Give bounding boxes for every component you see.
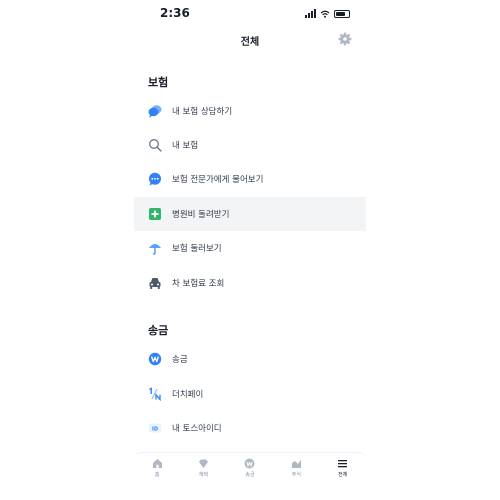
battery-icon xyxy=(334,9,350,18)
bottom-tab-bar: 홈 혜택 송금 주식 전체 xyxy=(134,452,366,486)
page-header: 전체 xyxy=(134,30,366,50)
dutch-pay-icon xyxy=(148,387,162,401)
won-icon xyxy=(244,458,255,469)
menu-item-label: 보험 둘러보기 xyxy=(172,244,222,254)
menu-item-insurance-consult[interactable]: 내 보험 상담하기 xyxy=(134,94,366,128)
section-title-insurance: 보험 xyxy=(148,76,169,89)
menu-icon xyxy=(338,460,348,468)
menu-item-label: 송금 xyxy=(172,355,188,365)
won-coin-icon xyxy=(148,352,162,366)
menu-item-label: 보험 전문가에게 물어보기 xyxy=(172,175,264,185)
tab-stocks[interactable]: 주식 xyxy=(276,458,316,478)
menu-item-label: 차 보험료 조회 xyxy=(172,279,225,289)
status-bar: 2:36 xyxy=(134,6,366,22)
tab-label: 혜택 xyxy=(198,472,209,478)
menu-item-label: 병원비 돌려받기 xyxy=(172,210,230,220)
speech-bubble-icon xyxy=(148,172,162,186)
menu-item-label: 내 보험 xyxy=(172,141,199,151)
menu-item-toss-id[interactable]: ID 내 토스아이디 xyxy=(134,411,366,445)
wifi-icon xyxy=(320,10,330,18)
tab-benefits[interactable]: 혜택 xyxy=(184,458,224,478)
page-title: 전체 xyxy=(240,37,260,48)
menu-item-hospital-refund[interactable]: 병원비 돌려받기 xyxy=(134,197,366,231)
tab-home[interactable]: 홈 xyxy=(137,458,177,478)
tab-all[interactable]: 전체 xyxy=(323,458,363,478)
menu-item-label: 내 토스아이디 xyxy=(172,424,222,434)
tab-label: 송금 xyxy=(245,472,255,478)
menu-item-transfer[interactable]: 송금 xyxy=(134,342,366,376)
menu-item-car-insurance[interactable]: 차 보험료 조회 xyxy=(134,266,366,300)
car-icon xyxy=(148,276,162,290)
home-icon xyxy=(152,459,162,468)
menu-item-ask-expert[interactable]: 보험 전문가에게 물어보기 xyxy=(134,162,366,196)
phone-screen: 2:36 전체 보험 내 보험 상담하기 내 보험 보험 전문가에게 물어보기 … xyxy=(134,0,366,500)
chat-bubbles-icon xyxy=(148,104,162,118)
section-title-transfer: 송금 xyxy=(148,324,169,337)
status-time: 2:36 xyxy=(160,6,190,20)
menu-item-label: 더치페이 xyxy=(172,390,204,400)
menu-item-my-insurance[interactable]: 내 보험 xyxy=(134,128,366,162)
menu-item-browse-insurance[interactable]: 보험 둘러보기 xyxy=(134,231,366,265)
tab-label: 전체 xyxy=(338,472,348,478)
gear-icon[interactable] xyxy=(338,32,352,46)
plus-square-icon xyxy=(148,207,162,221)
tab-label: 주식 xyxy=(291,472,301,478)
svg-text:ID: ID xyxy=(152,426,158,432)
signal-icon xyxy=(305,9,316,18)
stock-chart-icon xyxy=(291,459,301,468)
tab-label: 홈 xyxy=(154,472,160,478)
menu-item-label: 내 보험 상담하기 xyxy=(172,107,233,117)
tab-transfer[interactable]: 송금 xyxy=(230,458,270,478)
status-icons xyxy=(305,9,350,18)
menu-item-dutch-pay[interactable]: 더치페이 xyxy=(134,377,366,411)
gem-icon xyxy=(199,459,209,468)
id-badge-icon: ID xyxy=(148,421,162,435)
umbrella-icon xyxy=(148,241,162,255)
search-icon xyxy=(148,138,162,152)
